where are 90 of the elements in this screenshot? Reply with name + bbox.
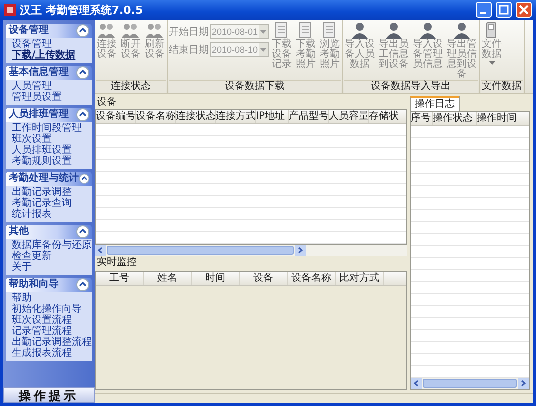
collapse-icon: [76, 66, 90, 80]
section-title: 其他: [9, 226, 29, 238]
section-header[interactable]: 考勤处理与统计: [6, 172, 92, 186]
sidebar-link[interactable]: 人员管理: [12, 81, 52, 92]
panel-title: 设备: [96, 96, 117, 109]
column-header[interactable]: 设备名称: [136, 110, 176, 123]
sidebar-link[interactable]: 管理员设置: [12, 92, 62, 103]
sidebar-link[interactable]: 统计报表: [12, 209, 52, 220]
field-label: 开始日期: [169, 26, 209, 38]
field-label: 结束日期: [169, 44, 209, 56]
sidebar-link[interactable]: 初始化操作向导: [12, 304, 82, 315]
person-icon: [452, 22, 472, 39]
tab[interactable]: 操作日志: [410, 96, 460, 111]
column-header[interactable]: IP地址: [256, 110, 289, 123]
sidebar-link[interactable]: 数据库备份与还原: [12, 240, 92, 251]
column-header[interactable]: 比对方式: [336, 272, 384, 286]
window-title: 汉王 考勤管理系统7.0.5: [20, 2, 144, 18]
person-icon: [418, 22, 438, 39]
scroll-left-icon[interactable]: [95, 245, 106, 256]
caret-icon: [260, 30, 268, 34]
section-title: 考勤处理与统计: [9, 173, 79, 185]
sidebar-link[interactable]: 关于: [12, 262, 32, 273]
sidebar-link[interactable]: 下载/上传数据: [12, 50, 76, 61]
column-header[interactable]: 连接方式: [216, 110, 256, 123]
close-button[interactable]: [516, 2, 532, 18]
collapse-icon: [76, 225, 90, 239]
sidebar-link[interactable]: 设备管理: [12, 39, 52, 50]
section-title: 基本信息管理: [9, 67, 69, 79]
column-header[interactable]: 设备: [240, 272, 288, 286]
column-header[interactable]: 工号: [96, 272, 144, 286]
horizontal-scrollbar[interactable]: [95, 245, 407, 256]
column-header[interactable]: 序号: [411, 112, 433, 125]
sidebar-link[interactable]: 记录管理流程: [12, 326, 72, 337]
tips-button[interactable]: 操作提示: [3, 387, 95, 403]
section-header[interactable]: 帮助和向导: [6, 278, 92, 292]
section-title: 帮助和向导: [9, 279, 59, 291]
section-title: 人员排班管理: [9, 109, 69, 121]
scroll-right-icon[interactable]: [518, 378, 529, 389]
column-header[interactable]: 操作时间: [477, 112, 529, 125]
person-icon: [384, 22, 404, 39]
sidebar-link[interactable]: 出勤记录调整: [12, 187, 72, 198]
column-header[interactable]: 时间: [192, 272, 240, 286]
collapse-icon: [76, 278, 90, 292]
collapse-icon: [76, 24, 90, 38]
scroll-right-icon[interactable]: [295, 245, 306, 256]
column-header[interactable]: 操作状态: [433, 112, 477, 125]
people-icon: [121, 22, 141, 39]
app-icon: [4, 4, 16, 16]
column-header[interactable]: 设备编号: [96, 110, 136, 123]
sidebar-link[interactable]: 人员排班设置: [12, 145, 72, 156]
column-header[interactable]: 设备名称: [288, 272, 336, 286]
dropdown-button[interactable]: [259, 43, 268, 56]
horizontal-scrollbar[interactable]: [411, 378, 529, 389]
section-header[interactable]: 基本信息管理: [6, 66, 92, 80]
people-icon: [97, 22, 117, 39]
scroll-thumb[interactable]: [107, 246, 294, 256]
dropdown-button[interactable]: [259, 25, 268, 38]
minimize-button[interactable]: [476, 2, 492, 18]
sidebar-link[interactable]: 检查更新: [12, 251, 52, 262]
maximize-button[interactable]: [496, 2, 512, 18]
scroll-left-icon[interactable]: [411, 378, 422, 389]
sidebar-link[interactable]: 班次设置: [12, 134, 52, 145]
collapse-icon: [76, 108, 90, 122]
sidebar-link[interactable]: 考勤记录查询: [12, 198, 72, 209]
column-header[interactable]: 产品型号: [289, 110, 329, 123]
column-header[interactable]: 存储状: [369, 110, 406, 123]
caret-icon: [260, 48, 268, 52]
section-header[interactable]: 设备管理: [6, 24, 92, 38]
group-label: 连接状态: [96, 80, 166, 93]
people-icon: [145, 22, 165, 39]
group-label: 文件数据: [481, 80, 524, 93]
section-header[interactable]: 其他: [6, 225, 92, 239]
group-label: 设备数据下载: [169, 80, 342, 93]
collapse-icon: [79, 172, 90, 186]
sidebar-link[interactable]: 生成报表流程: [12, 348, 72, 359]
scroll-thumb[interactable]: [423, 379, 517, 388]
column-header[interactable]: 人员容量: [329, 110, 369, 123]
caret-icon: [488, 61, 496, 65]
column-header[interactable]: 连接状态: [176, 110, 216, 123]
sidebar-link[interactable]: 班次设置流程: [12, 315, 72, 326]
sidebar-link[interactable]: 考勤规则设置: [12, 156, 72, 167]
group-label: 设备数据导入导出: [344, 80, 478, 93]
sidebar-link[interactable]: 工作时间段管理: [12, 123, 82, 134]
panel-title: 实时监控: [96, 256, 137, 270]
sidebar-link[interactable]: 出勤记录调整流程: [12, 337, 92, 348]
section-title: 设备管理: [9, 25, 49, 37]
section-header[interactable]: 人员排班管理: [6, 108, 92, 122]
person-icon: [350, 22, 370, 39]
sidebar-link[interactable]: 帮助: [12, 293, 32, 304]
column-header[interactable]: 姓名: [144, 272, 192, 286]
